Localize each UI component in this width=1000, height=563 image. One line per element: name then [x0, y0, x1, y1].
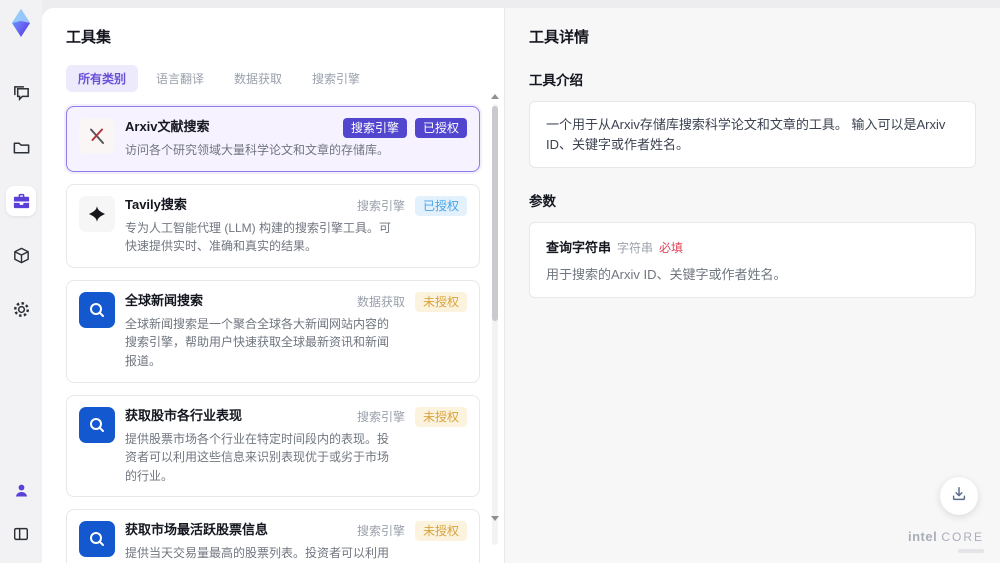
download-button[interactable] — [940, 477, 978, 515]
tab-language-translation[interactable]: 语言翻译 — [144, 65, 216, 92]
tool-card-tavily[interactable]: Tavily搜索 搜索引擎 已授权 专为人工智能代理 (LLM) 构建的搜索引擎… — [66, 183, 480, 268]
tab-search-engine[interactable]: 搜索引擎 — [300, 65, 372, 92]
blue-search-icon — [79, 521, 115, 558]
arxiv-logo-icon — [79, 118, 115, 154]
folder-icon — [12, 138, 31, 157]
tool-card-sector-performance[interactable]: 获取股市各行业表现 搜索引擎 未授权 提供股票市场各个行业在特定时间段内的表现。… — [66, 394, 480, 498]
tool-details-pane: 工具详情 工具介绍 一个用于从Arxiv存储库搜索科学论文和文章的工具。 输入可… — [504, 8, 1000, 563]
param-name: 查询字符串 — [546, 240, 612, 255]
tool-name: Tavily搜索 — [125, 196, 187, 212]
category-tabs: 所有类别 语言翻译 数据获取 搜索引擎 — [66, 65, 498, 92]
app-logo-diamond[interactable] — [6, 8, 36, 38]
page-title: 工具集 — [66, 29, 112, 46]
settings-gear-icon — [12, 300, 31, 319]
category-badge: 搜索引擎 — [356, 409, 405, 424]
download-icon — [950, 485, 968, 508]
tool-description: 访问各个研究领域大量科学论文和文章的存储库。 — [125, 143, 390, 157]
tool-card-global-news[interactable]: 全球新闻搜索 数据获取 未授权 全球新闻搜索是一个聚合全球各大新闻网站内容的搜索… — [66, 279, 480, 383]
rail-nav — [6, 78, 36, 324]
scrollbar-up-arrow[interactable] — [491, 94, 499, 99]
main-content: 工具集 所有类别 语言翻译 数据获取 搜索引擎 Arxiv文献搜索 搜索引擎 已… — [42, 8, 1000, 563]
sidebar-item-chat[interactable] — [6, 78, 36, 108]
category-badge: 搜索引擎 — [356, 198, 405, 213]
auth-badge: 未授权 — [414, 521, 467, 542]
tool-name: 获取股市各行业表现 — [125, 407, 243, 423]
sidebar-item-tools[interactable] — [6, 186, 36, 216]
list-scrollbar[interactable] — [491, 94, 499, 557]
category-badge: 搜索引擎 — [342, 118, 407, 138]
tab-data-fetch[interactable]: 数据获取 — [222, 65, 294, 92]
tool-description: 全球新闻搜索是一个聚合全球各大新闻网站内容的搜索引擎，帮助用户快速获取全球最新资… — [125, 316, 390, 368]
tool-card-arxiv[interactable]: Arxiv文献搜索 搜索引擎 已授权 访问各个研究领域大量科学论文和文章的存储库… — [66, 106, 480, 172]
tool-list-pane: 工具集 所有类别 语言翻译 数据获取 搜索引擎 Arxiv文献搜索 搜索引擎 已… — [42, 8, 504, 563]
user-icon — [13, 482, 30, 499]
sidebar-item-collapse[interactable] — [6, 519, 36, 549]
left-rail — [0, 0, 42, 563]
auth-badge: 未授权 — [414, 291, 467, 312]
param-description: 用于搜索的Arxiv ID、关键字或作者姓名。 — [546, 267, 787, 282]
scrollbar-down-arrow[interactable] — [491, 516, 499, 521]
panel-toggle-icon — [12, 525, 30, 543]
brand-underline — [958, 549, 984, 553]
details-title: 工具详情 — [529, 29, 590, 46]
intro-text: 一个用于从Arxiv存储库搜索科学论文和文章的工具。 输入可以是Arxiv ID… — [529, 101, 976, 168]
category-badge: 搜索引擎 — [356, 524, 405, 539]
blue-search-icon — [79, 291, 115, 328]
tool-description: 提供股票市场各个行业在特定时间段内的表现。投资者可以利用这些信息来识别表现优于或… — [125, 431, 390, 483]
tool-name: Arxiv文献搜索 — [125, 119, 210, 134]
brand-core-text: CORE — [941, 530, 984, 544]
auth-badge: 已授权 — [414, 118, 467, 138]
tool-name: 获取市场最活跃股票信息 — [125, 522, 269, 538]
tool-description: 专为人工智能代理 (LLM) 构建的搜索引擎工具。可快速提供实时、准确和真实的结… — [125, 220, 392, 254]
category-badge: 数据获取 — [356, 294, 405, 309]
tavily-star-icon — [79, 195, 115, 232]
param-required-badge: 必填 — [659, 241, 684, 255]
brand-intel-text: intel — [907, 529, 938, 544]
tool-name: 全球新闻搜索 — [125, 292, 204, 308]
auth-badge: 已授权 — [414, 195, 467, 216]
param-card: 查询字符串 字符串 必填 用于搜索的Arxiv ID、关键字或作者姓名。 — [529, 222, 976, 298]
tool-description: 提供当天交易量最高的股票列表。投资者可以利用这些信息来识别流动性强的股票和潜在的… — [125, 546, 390, 561]
params-heading: 参数 — [529, 194, 556, 209]
sidebar-item-files[interactable] — [6, 132, 36, 162]
rail-bottom — [6, 475, 36, 563]
tool-list: Arxiv文献搜索 搜索引擎 已授权 访问各个研究领域大量科学论文和文章的存储库… — [66, 106, 498, 563]
intro-heading: 工具介绍 — [529, 73, 583, 88]
tab-all-categories[interactable]: 所有类别 — [66, 65, 139, 92]
scrollbar-thumb[interactable] — [492, 106, 498, 321]
chat-icon — [12, 84, 31, 103]
auth-badge: 未授权 — [414, 406, 467, 427]
intel-core-logo: intel CORE — [908, 528, 984, 553]
blue-search-icon — [79, 406, 115, 443]
sidebar-item-packages[interactable] — [6, 240, 36, 270]
param-type: 字符串 — [617, 241, 654, 255]
tool-card-active-stocks[interactable]: 获取市场最活跃股票信息 搜索引擎 未授权 提供当天交易量最高的股票列表。投资者可… — [66, 509, 480, 563]
sidebar-item-account[interactable] — [6, 475, 36, 505]
sidebar-item-settings[interactable] — [6, 294, 36, 324]
package-icon — [12, 246, 31, 265]
toolbox-icon — [12, 192, 31, 211]
